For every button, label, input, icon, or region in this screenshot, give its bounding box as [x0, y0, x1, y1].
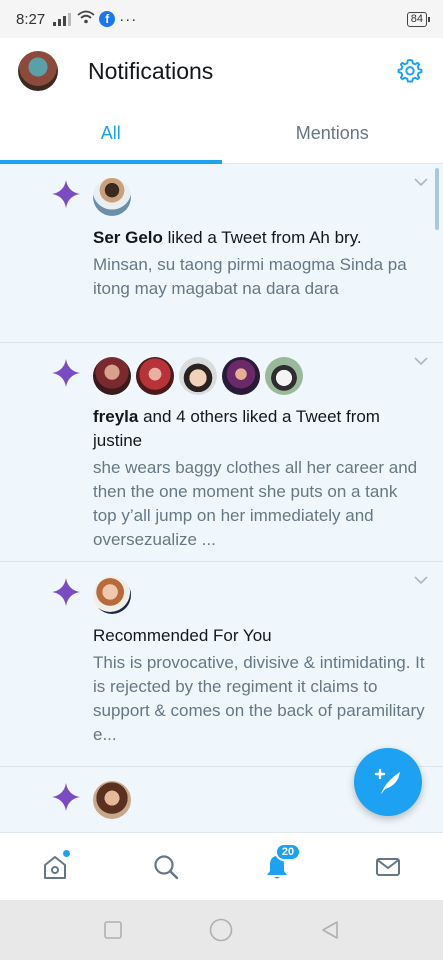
tweet-snippet: she wears baggy clothes all her career a…: [93, 458, 418, 549]
home-circle-icon[interactable]: [208, 917, 234, 943]
facebook-icon: f: [99, 11, 116, 27]
nav-notifications[interactable]: 20: [257, 842, 302, 887]
tab-all[interactable]: All: [0, 104, 222, 164]
avatar[interactable]: [93, 178, 131, 216]
tweet-snippet: This is provocative, divisive & intimida…: [93, 653, 425, 744]
notification-item[interactable]: Ser Gelo liked a Tweet from Ah bry. Mins…: [0, 164, 443, 343]
profile-avatar[interactable]: [18, 51, 58, 91]
wifi-icon: [77, 10, 95, 28]
page-title: Notifications: [88, 57, 214, 84]
gear-icon: [397, 58, 423, 83]
notification-headline: freyla and 4 others liked a Tweet from j…: [93, 405, 425, 453]
avatar[interactable]: [93, 576, 131, 614]
avatar-row: [93, 357, 425, 395]
status-time: 8:27: [16, 10, 46, 28]
home-update-dot: [63, 849, 71, 857]
actor-name[interactable]: Ser Gelo: [93, 228, 163, 247]
avatar[interactable]: [265, 357, 303, 395]
sparkle-icon: [52, 578, 80, 606]
home-icon: [44, 855, 67, 879]
notification-action: liked a Tweet from Ah bry.: [162, 228, 362, 247]
notification-item[interactable]: Recommended For You This is provocative,…: [0, 562, 443, 767]
chevron-down-icon[interactable]: [413, 355, 429, 367]
signal-icon: [53, 12, 72, 26]
avatar[interactable]: [136, 357, 174, 395]
notification-action: Recommended For You: [93, 626, 272, 645]
chevron-down-icon[interactable]: [413, 176, 429, 188]
nav-messages[interactable]: [368, 847, 408, 887]
compose-tweet-button[interactable]: [354, 748, 422, 816]
nav-home[interactable]: [35, 847, 75, 887]
feed-scrollbar[interactable]: [435, 168, 439, 230]
bottom-nav: 20: [0, 832, 443, 900]
avatar-row: [93, 576, 425, 614]
back-triangle-icon[interactable]: [319, 919, 341, 941]
system-nav-bar: [0, 900, 443, 960]
avatar[interactable]: [179, 357, 217, 395]
tab-mentions[interactable]: Mentions: [222, 104, 443, 163]
avatar[interactable]: [222, 357, 260, 395]
notification-count-badge: 20: [274, 842, 302, 861]
nav-search[interactable]: [146, 847, 186, 887]
chevron-down-icon[interactable]: [413, 574, 429, 586]
app-header: Notifications: [0, 38, 443, 104]
tweet-snippet: Minsan, su taong pirmi maogma Sinda pa i…: [93, 255, 407, 298]
notification-feed[interactable]: Ser Gelo liked a Tweet from Ah bry. Mins…: [0, 164, 443, 832]
actor-name[interactable]: freyla: [93, 407, 138, 426]
battery-indicator: 84: [406, 11, 431, 27]
recent-apps-icon[interactable]: [103, 920, 123, 940]
tab-bar: All Mentions: [0, 104, 443, 164]
feather-plus-icon: [374, 768, 400, 794]
sparkle-icon: [52, 783, 80, 811]
notification-headline: Recommended For You: [93, 624, 425, 648]
notification-headline: Ser Gelo liked a Tweet from Ah bry.: [93, 226, 425, 250]
status-bar: 8:27 f ··· 84: [0, 0, 443, 38]
notification-item[interactable]: freyla and 4 others liked a Tweet from j…: [0, 343, 443, 562]
search-icon: [154, 854, 179, 879]
avatar[interactable]: [93, 781, 131, 819]
mail-icon: [375, 857, 400, 876]
avatar[interactable]: [93, 357, 131, 395]
sparkle-icon: [52, 180, 80, 208]
settings-button[interactable]: [395, 56, 425, 86]
more-status-icon: ···: [119, 10, 138, 28]
sparkle-icon: [52, 359, 80, 387]
avatar-row: [93, 178, 425, 216]
